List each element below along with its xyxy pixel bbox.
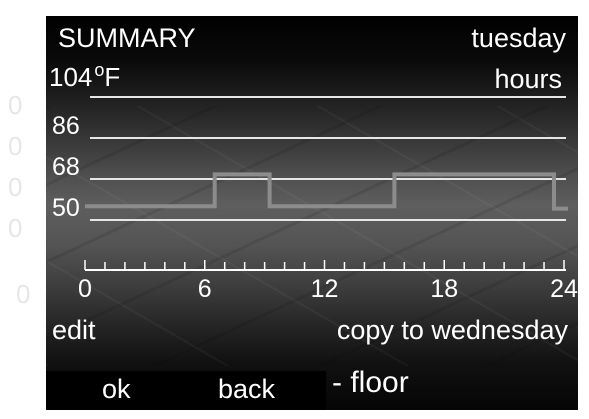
x-tick-label: 6: [198, 275, 212, 303]
y-tick-label: 68: [52, 153, 80, 181]
x-tick-label: 0: [78, 275, 92, 303]
edit-button[interactable]: edit: [52, 317, 96, 344]
softkey-bar: [46, 371, 326, 410]
back-button[interactable]: back: [214, 371, 279, 407]
y-tick-label: 50: [52, 194, 80, 222]
x-tick-label: 18: [430, 275, 458, 303]
edge-digit: 0: [8, 131, 23, 161]
copy-to-day-button[interactable]: copy to wednesday: [337, 317, 568, 344]
edge-digit: 0: [8, 90, 23, 120]
floor-label: - floor: [332, 366, 409, 399]
edge-digit: 0: [8, 213, 23, 243]
x-tick-label: 12: [311, 275, 339, 303]
edge-digit: 0: [16, 279, 31, 309]
edge-digit: 0: [8, 172, 23, 202]
y-tick-label: 86: [52, 112, 80, 140]
schedule-chart: 86 68 50 0 6 12 18 24: [52, 96, 578, 303]
thermostat-screen: SUMMARY tuesday 104 oF hours 86 68 50 0 6 12 18…: [46, 16, 578, 410]
ok-button[interactable]: ok: [94, 371, 139, 407]
x-tick-label: 24: [550, 275, 578, 303]
